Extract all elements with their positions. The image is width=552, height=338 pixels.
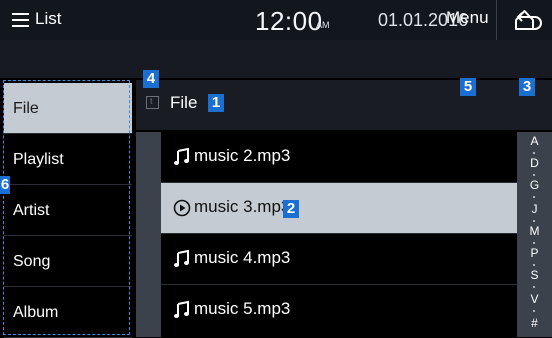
sidebar-item-file[interactable]: File xyxy=(4,83,132,134)
index-dot xyxy=(533,196,535,198)
index-dot xyxy=(533,286,535,288)
list-item[interactable]: music 4.mp3 xyxy=(161,234,517,285)
back-button[interactable] xyxy=(505,4,549,36)
index-letter-j[interactable]: J xyxy=(517,202,552,216)
callout-2: 2 xyxy=(283,200,299,218)
sidebar-item-artist[interactable]: Artist xyxy=(4,185,132,236)
breadcrumb-label[interactable]: File xyxy=(170,93,197,113)
sidebar-item-album[interactable]: Album xyxy=(4,287,132,338)
index-letter-g[interactable]: G xyxy=(517,178,552,192)
file-name: music 2.mp3 xyxy=(194,146,291,165)
index-letter-hash[interactable]: # xyxy=(517,316,552,330)
callout-5: 5 xyxy=(460,78,476,96)
list-left-strip xyxy=(136,132,161,337)
music-note-icon xyxy=(174,249,189,267)
breadcrumb xyxy=(136,80,552,130)
list-item[interactable]: music 5.mp3 xyxy=(161,285,517,337)
callout-4: 4 xyxy=(143,70,159,88)
play-circle-icon xyxy=(173,199,191,217)
index-letter-s[interactable]: S xyxy=(517,268,552,282)
alphabet-index-bar[interactable]: A D G J M P S V # xyxy=(517,132,552,337)
sidebar-item-song[interactable]: Song xyxy=(4,236,132,287)
index-letter-p[interactable]: P xyxy=(517,246,552,260)
index-dot xyxy=(533,242,535,244)
music-note-icon xyxy=(174,147,189,165)
index-letter-m[interactable]: M xyxy=(517,224,552,238)
index-letter-d[interactable]: D xyxy=(517,156,552,170)
index-dot xyxy=(533,174,535,176)
back-arrow-icon xyxy=(516,12,542,30)
clock-time: 12:00 xyxy=(255,6,323,36)
list-title[interactable]: List xyxy=(35,9,61,29)
menu-button[interactable]: Menu xyxy=(446,8,489,28)
category-sidebar: File Playlist Artist Song Album xyxy=(0,78,136,338)
title-bar xyxy=(0,40,552,78)
list-item[interactable]: music 2.mp3 xyxy=(161,132,517,183)
hamburger-menu-icon[interactable] xyxy=(12,13,29,27)
file-name: music 3.mp3 xyxy=(194,197,291,216)
index-dot xyxy=(533,220,535,222)
clock-ampm: AM xyxy=(316,20,330,30)
folder-icon: t xyxy=(146,96,159,109)
index-dot xyxy=(533,310,535,312)
music-note-icon xyxy=(174,300,189,318)
file-name: music 4.mp3 xyxy=(194,248,291,267)
callout-1: 1 xyxy=(208,94,224,112)
index-dot xyxy=(533,152,535,154)
file-name: music 5.mp3 xyxy=(194,299,291,318)
sidebar-item-playlist[interactable]: Playlist xyxy=(4,134,132,185)
index-letter-v[interactable]: V xyxy=(517,292,552,306)
callout-3: 3 xyxy=(519,78,535,96)
index-letter-a[interactable]: A xyxy=(517,134,552,148)
callout-6: 6 xyxy=(0,176,10,194)
list-item-selected[interactable]: music 3.mp3 xyxy=(161,183,517,234)
index-dot xyxy=(533,264,535,266)
